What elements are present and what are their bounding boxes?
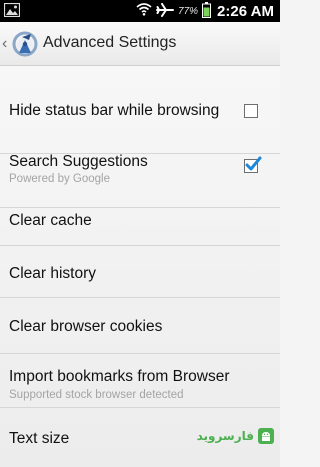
setting-label: Clear cache (9, 212, 92, 229)
action-bar: ‹ Advanced Settings (0, 22, 280, 66)
setting-summary: Supported stock browser detected (9, 389, 184, 401)
setting-label: Search Suggestions (9, 153, 148, 170)
wifi-icon (136, 3, 152, 19)
settings-list: Hide status bar while browsing Search Su… (0, 66, 280, 467)
setting-label: Clear history (9, 265, 96, 282)
search-suggestions-checkbox[interactable] (244, 156, 262, 173)
setting-clear-history[interactable]: Clear history (0, 246, 280, 298)
battery-percent: 77% (178, 5, 199, 17)
setting-clear-cookies[interactable]: Clear browser cookies (0, 298, 280, 354)
page-title: Advanced Settings (43, 34, 177, 51)
setting-clear-cache[interactable]: Clear cache (0, 208, 280, 246)
checkmark-icon (245, 156, 262, 171)
up-navigation-button[interactable]: ‹ (2, 28, 40, 60)
setting-summary: Powered by Google (9, 173, 111, 185)
watermark-text: فارسروید (196, 429, 255, 443)
status-time: 2:26 AM (217, 2, 274, 20)
setting-label: Import bookmarks from Browser (9, 368, 230, 385)
setting-import-bookmarks[interactable]: Import bookmarks from Browser Supported … (0, 354, 280, 408)
setting-search-suggestions[interactable]: Search Suggestions Powered by Google (0, 153, 280, 208)
hide-status-bar-checkbox[interactable] (244, 104, 258, 118)
airplane-mode-icon (156, 2, 175, 20)
setting-hide-status-bar[interactable]: Hide status bar while browsing (0, 66, 280, 154)
setting-label: Hide status bar while browsing (9, 102, 220, 119)
image-notification-icon (3, 2, 21, 22)
android-logo-icon (258, 428, 274, 444)
setting-label: Text size (9, 430, 70, 447)
up-caret-icon: ‹ (2, 35, 8, 52)
app-icon (10, 29, 40, 59)
setting-label: Clear browser cookies (9, 318, 163, 335)
status-bar: 77% 2:26 AM (0, 0, 280, 22)
battery-icon (202, 1, 212, 21)
watermark: فارسروید (197, 428, 274, 444)
